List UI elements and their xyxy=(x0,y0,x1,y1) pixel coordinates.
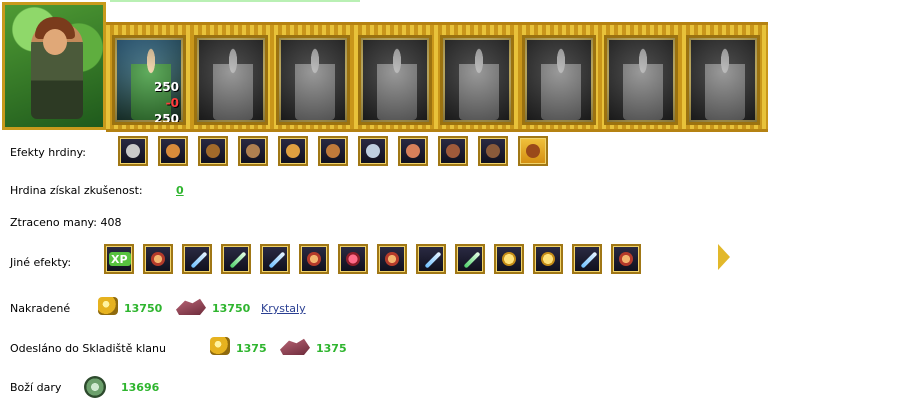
hero-effects-label: Efekty hrdiny: xyxy=(10,146,87,159)
stolen-ore-value: 13750 xyxy=(212,302,251,315)
coins-icon[interactable] xyxy=(533,244,563,274)
sword-icon[interactable] xyxy=(416,244,446,274)
boots-icon[interactable] xyxy=(438,136,468,166)
unit-slot-3[interactable] xyxy=(276,35,350,125)
bag-icon[interactable] xyxy=(318,136,348,166)
divine-gift-icon xyxy=(84,376,106,398)
ring-icon[interactable] xyxy=(278,136,308,166)
unit-slot-6[interactable] xyxy=(522,35,596,125)
unit-count-top: 250 xyxy=(153,80,179,94)
poison-sword-icon[interactable] xyxy=(221,244,251,274)
other-effects-row: XP xyxy=(104,244,641,274)
fist-icon[interactable] xyxy=(377,244,407,274)
experience-value[interactable]: 0 xyxy=(176,184,184,197)
unit-count-lost: -0 xyxy=(165,96,179,110)
cloak-icon[interactable] xyxy=(478,136,508,166)
god-gifts-label: Boží dary xyxy=(10,381,62,394)
unit-slot-1[interactable]: 250 -0 250 xyxy=(112,35,186,125)
cap-icon[interactable] xyxy=(158,136,188,166)
unit-slot-8[interactable] xyxy=(686,35,760,125)
ore-icon xyxy=(176,298,206,315)
hero-effects-row xyxy=(118,136,548,166)
stolen-label: Nakradené xyxy=(10,302,71,315)
fist-icon[interactable] xyxy=(611,244,641,274)
fist-sword-icon[interactable] xyxy=(299,244,329,274)
helmet-icon[interactable] xyxy=(118,136,148,166)
fist-icon[interactable] xyxy=(143,244,173,274)
sword-icon[interactable] xyxy=(260,244,290,274)
gold-icon xyxy=(210,337,230,355)
experience-label: Hrdina získal zkušenost: xyxy=(10,184,143,197)
god-gifts-value: 13696 xyxy=(121,381,160,394)
hero-face xyxy=(43,29,67,55)
sword-pair-icon[interactable] xyxy=(358,136,388,166)
unit-count-bottom: 250 xyxy=(153,112,179,125)
heart-icon[interactable] xyxy=(338,244,368,274)
unit-slot-4[interactable] xyxy=(358,35,432,125)
poison-sword-icon[interactable] xyxy=(455,244,485,274)
gold-icon xyxy=(98,297,118,315)
unit-strip: 250 -0 250 xyxy=(106,22,768,132)
ore-icon xyxy=(280,338,310,355)
unit-slot-7[interactable] xyxy=(604,35,678,125)
unit-slot-2[interactable] xyxy=(194,35,268,125)
hero-portrait[interactable] xyxy=(2,2,106,130)
scroll-right-arrow-icon[interactable] xyxy=(718,244,730,270)
crystals-link[interactable]: Krystaly xyxy=(261,302,306,315)
unit-slot-5[interactable] xyxy=(440,35,514,125)
coins-icon[interactable] xyxy=(494,244,524,274)
armor-icon[interactable] xyxy=(238,136,268,166)
xp-icon[interactable]: XP xyxy=(104,244,134,274)
other-effects-label: Jiné efekty: xyxy=(10,256,72,269)
sword-icon[interactable] xyxy=(182,244,212,274)
sent-ore-value: 1375 xyxy=(316,342,347,355)
sent-gold-value: 1375 xyxy=(236,342,267,355)
stolen-gold-value: 13750 xyxy=(124,302,163,315)
sword-icon[interactable] xyxy=(572,244,602,274)
sent-to-clan-label: Odesláno do Skladiště klanu xyxy=(10,342,166,355)
money-bag-icon[interactable] xyxy=(518,136,548,166)
top-divider-line xyxy=(110,0,360,2)
shield-icon[interactable] xyxy=(398,136,428,166)
bow-icon[interactable] xyxy=(198,136,228,166)
mana-lost-label: Ztraceno many: 408 xyxy=(10,216,122,229)
